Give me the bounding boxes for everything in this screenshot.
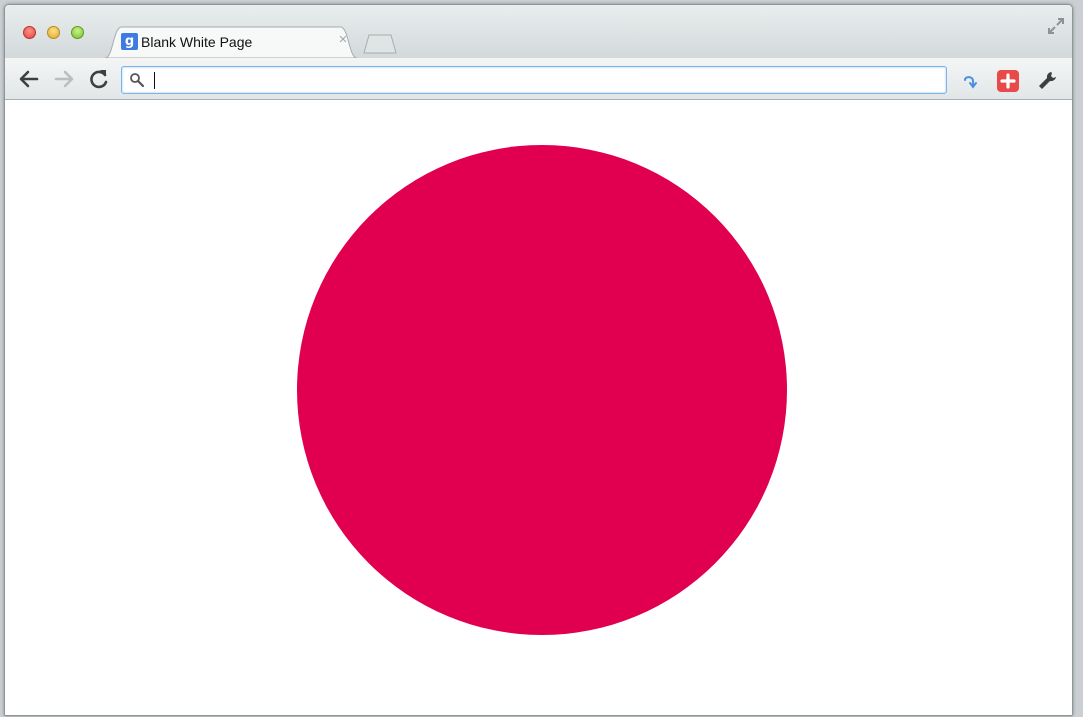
toolbar	[5, 58, 1072, 100]
omnibox[interactable]	[121, 66, 947, 94]
wrench-icon[interactable]	[1036, 69, 1060, 93]
reload-icon[interactable]	[87, 67, 111, 91]
page-content	[5, 100, 1072, 715]
text-caret	[154, 72, 155, 89]
tab-title: Blank White Page	[141, 34, 253, 50]
address-input[interactable]	[152, 69, 932, 91]
back-arrow-icon[interactable]	[17, 67, 41, 91]
close-tab-icon[interactable]: ×	[335, 32, 351, 48]
fullscreen-icon[interactable]	[1047, 17, 1065, 35]
zoom-window-icon[interactable]	[71, 26, 84, 39]
title-bar: g Blank White Page ×	[5, 5, 1072, 58]
google-favicon-icon: g	[121, 33, 138, 50]
red-circle	[297, 145, 787, 635]
search-icon	[130, 73, 145, 88]
tab-blank-white-page[interactable]: g Blank White Page ×	[105, 25, 357, 58]
minimize-window-icon[interactable]	[47, 26, 60, 39]
browser-window: g Blank White Page ×	[4, 4, 1073, 716]
forward-arrow-icon[interactable]	[52, 67, 76, 91]
close-window-icon[interactable]	[23, 26, 36, 39]
new-tab-button[interactable]	[360, 32, 400, 54]
blue-hook-icon[interactable]	[961, 71, 979, 89]
red-plus-icon[interactable]	[995, 68, 1021, 94]
